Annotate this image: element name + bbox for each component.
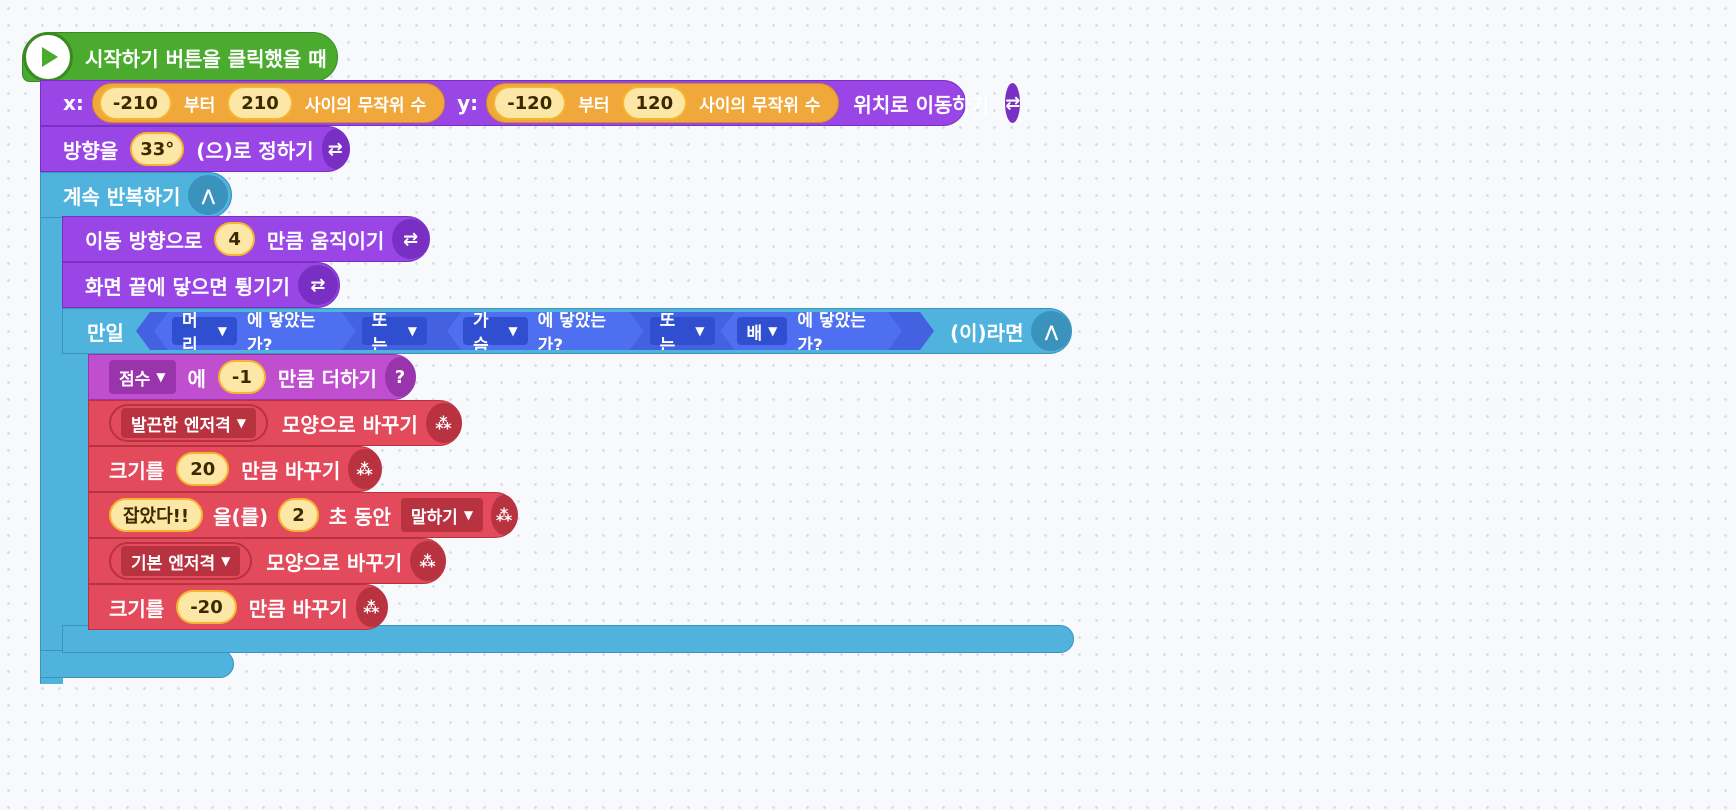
move-direction-block[interactable]: 이동 방향으로 4 만큼 움직이기 ⇄ [62,216,430,262]
bounce-on-edge-block[interactable]: 화면 끝에 닿으면 튕기기 ⇄ [62,262,340,308]
say-text-input[interactable]: 잡았다!! [109,498,204,532]
or-operator-dropdown[interactable]: 또는 ▼ [650,317,715,345]
flow-category-icon: ⋀ [1031,311,1072,351]
shape-dropdown[interactable]: 발끈한 엔저격 ▼ [121,408,256,438]
say-seconds-input[interactable]: 2 [278,498,319,532]
shape-dropdown-wrap[interactable]: 기본 엔저격 ▼ [109,542,253,580]
random-x-reporter[interactable]: -210 부터 210 사이의 무작위 수 [91,83,446,123]
say-mid: 을(를) [213,504,269,529]
x-label: x: [63,91,84,115]
move-random-position-block[interactable]: x: -210 부터 210 사이의 무작위 수 y: -120 부터 120 … [40,80,1021,126]
size-prefix: 크기를 [109,596,165,621]
size-input[interactable]: -20 [176,590,237,624]
shape-dropdown-wrap[interactable]: 발끈한 엔저격 ▼ [109,404,268,442]
shape-suffix: 모양으로 바꾸기 [282,412,418,437]
from-label: 부터 [578,95,610,116]
size-suffix: 만큼 바꾸기 [248,596,348,621]
forever-block[interactable]: 계속 반복하기 ⋀ [40,172,232,218]
between-label: 사이의 무작위 수 [699,95,821,116]
x-max-input[interactable]: 210 [227,86,293,120]
forever-frame-left [40,172,63,684]
direction-input[interactable]: 33° [130,132,185,166]
looks-category-icon: ⁂ [425,403,461,443]
change-size-block[interactable]: 크기를 20 만큼 바꾸기 ⁂ [88,446,382,492]
looks-category-icon: ⁂ [410,541,445,581]
event-label: 시작하기 버튼을 클릭했을 때 [85,46,327,71]
size-suffix: 만큼 바꾸기 [241,458,341,483]
say-unit: 초 동안 [328,504,391,529]
looks-category-icon: ⁂ [491,495,517,535]
y-min-input[interactable]: -120 [493,86,567,120]
random-y-reporter[interactable]: -120 부터 120 사이의 무작위 수 [486,83,840,123]
change-variable-block[interactable]: 점수 ▼ 에 -1 만큼 더하기 ? [88,354,416,400]
move-dir-prefix: 이동 방향으로 [85,228,203,253]
y-label: y: [457,91,479,115]
touch-belly-condition[interactable]: 배 ▼ 에 닿았는가? [721,312,902,350]
change-shape-block[interactable]: 기본 엔저격 ▼ 모양으로 바꾸기 ⁂ [88,538,446,584]
flow-category-icon: ⋀ [188,175,229,215]
from-label: 부터 [183,95,216,116]
play-icon [23,32,73,82]
if-frame-left [62,330,88,658]
move-suffix: 위치로 이동하기 [853,92,990,117]
set-direction-block[interactable]: 방향을 33° (으)로 정하기 ⇄ [40,126,350,172]
if-label: 만일 [87,320,124,345]
between-label: 사이의 무작위 수 [304,95,427,116]
touch-target-dropdown[interactable]: 가슴 ▼ [463,317,528,345]
forever-label: 계속 반복하기 [63,184,181,209]
touch-suffix: 에 닿았는가? [537,311,607,356]
motion-category-icon: ⇄ [321,129,349,169]
bounce-label: 화면 끝에 닿으면 튕기기 [85,274,290,299]
if-then-suffix: (이)라면 ⋀ [950,308,1072,354]
variable-dropdown[interactable]: 점수 ▼ [109,360,176,394]
touch-target-dropdown[interactable]: 배 ▼ [737,317,788,345]
motion-category-icon: ⇄ [297,265,338,305]
touch-suffix: 에 닿았는가? [797,311,866,356]
condition-or-outer[interactable]: 머리 ▼ 에 닿았는가? 또는 ▼ 가슴 ▼ 에 닿았는가? 또는 ▼ 배 ▼ 에 닿았는… [136,312,934,350]
touch-target-dropdown[interactable]: 머리 ▼ [172,317,237,345]
shape-suffix: 모양으로 바꾸기 [266,550,403,575]
direction-prefix: 방향을 [63,138,119,163]
add-mid: 에 [187,366,206,391]
change-shape-block[interactable]: 발끈한 엔저격 ▼ 모양으로 바꾸기 ⁂ [88,400,462,446]
touch-suffix: 에 닿았는가? [246,311,316,356]
direction-suffix: (으)로 정하기 [196,138,314,163]
motion-category-icon: ⇄ [392,219,429,259]
x-min-input[interactable]: -210 [98,86,172,120]
y-max-input[interactable]: 120 [621,86,688,120]
looks-category-icon: ⁂ [355,587,387,627]
or-boolean-inner[interactable]: 가슴 ▼ 에 닿았는가? 또는 ▼ 배 ▼ 에 닿았는가? [433,312,916,350]
or-operator-dropdown[interactable]: 또는 ▼ [362,317,427,345]
add-suffix: 만큼 더하기 [277,366,377,391]
motion-category-icon: ⇄ [1005,83,1021,123]
say-mode-dropdown[interactable]: 말하기 ▼ [400,498,484,532]
change-size-block[interactable]: 크기를 -20 만큼 바꾸기 ⁂ [88,584,388,630]
touch-chest-condition[interactable]: 가슴 ▼ 에 닿았는가? [447,312,644,350]
size-input[interactable]: 20 [176,452,230,486]
move-amount-input[interactable]: 4 [214,222,255,256]
when-start-clicked-block[interactable]: 시작하기 버튼을 클릭했을 때 [22,32,338,82]
touch-head-condition[interactable]: 머리 ▼ 에 닿았는가? [154,312,356,350]
shape-dropdown[interactable]: 기본 엔저격 ▼ [121,546,241,576]
variable-category-icon: ? [384,357,415,397]
add-value-input[interactable]: -1 [217,360,266,394]
say-for-seconds-block[interactable]: 잡았다!! 을(를) 2 초 동안 말하기 ▼ ⁂ [88,492,518,538]
looks-category-icon: ⁂ [348,449,381,489]
or-boolean-outer[interactable]: 머리 ▼ 에 닿았는가? 또는 ▼ 가슴 ▼ 에 닿았는가? 또는 ▼ 배 ▼ 에 닿았는… [136,312,934,350]
move-dir-suffix: 만큼 움직이기 [266,228,385,253]
size-prefix: 크기를 [109,458,165,483]
